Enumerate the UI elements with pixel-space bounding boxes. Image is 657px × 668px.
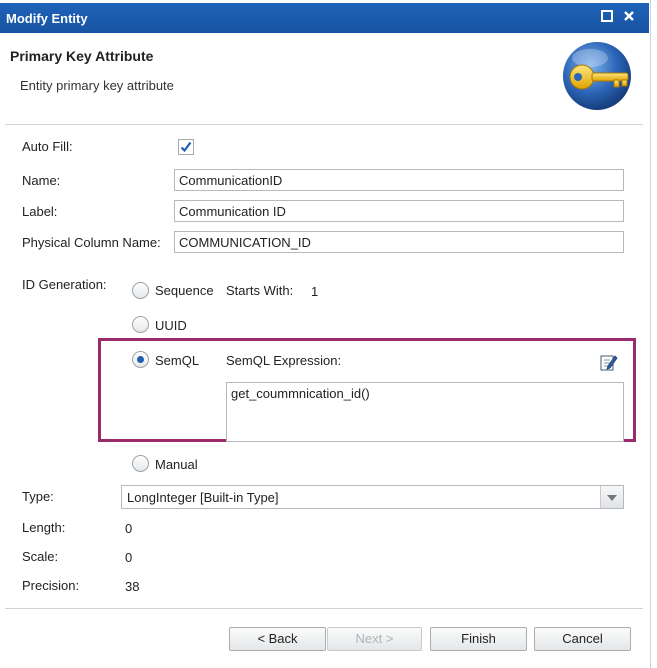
semql-expression-label: SemQL Expression: — [226, 353, 342, 368]
id-generation-label: ID Generation: — [22, 277, 107, 292]
chevron-down-icon[interactable] — [600, 486, 623, 508]
uuid-radio[interactable] — [132, 316, 149, 333]
key-icon — [560, 40, 634, 112]
modify-entity-dialog: Modify Entity Primary Key Attribute Enti… — [0, 0, 651, 668]
label-label: Label: — [22, 204, 58, 219]
semql-radio[interactable] — [132, 351, 149, 368]
precision-label: Precision: — [22, 578, 80, 593]
semql-expression-input[interactable]: get_coummnication_id() — [226, 382, 624, 442]
physical-column-input[interactable]: COMMUNICATION_ID — [174, 231, 624, 253]
finish-button[interactable]: Finish — [430, 627, 527, 651]
back-button[interactable]: < Back — [229, 627, 326, 651]
next-button[interactable]: Next > — [327, 627, 422, 651]
auto-fill-label: Auto Fill: — [22, 139, 73, 154]
physical-column-label: Physical Column Name: — [22, 235, 161, 250]
window-title: Modify Entity — [6, 11, 88, 26]
starts-with-value: 1 — [311, 284, 319, 299]
footer-divider — [5, 608, 643, 609]
section-subtitle: Entity primary key attribute — [20, 78, 174, 93]
starts-with-label: Starts With: — [226, 283, 294, 298]
manual-radio[interactable] — [132, 455, 149, 472]
header-divider — [5, 124, 643, 125]
sequence-radio[interactable] — [132, 282, 149, 299]
name-input[interactable]: CommunicationID — [174, 169, 624, 191]
name-label: Name: — [22, 173, 61, 188]
close-icon[interactable] — [622, 10, 636, 24]
type-select-value: LongInteger [Built-in Type] — [127, 490, 279, 505]
precision-value: 38 — [125, 579, 140, 594]
semql-option-label[interactable]: SemQL — [155, 353, 199, 368]
manual-option-label[interactable]: Manual — [155, 457, 198, 472]
label-input[interactable]: Communication ID — [174, 200, 624, 222]
sequence-option-label[interactable]: Sequence — [155, 283, 214, 298]
type-select[interactable]: LongInteger [Built-in Type] — [121, 485, 624, 509]
edit-expression-icon[interactable] — [600, 353, 618, 371]
length-value: 0 — [125, 521, 133, 536]
maximize-icon[interactable] — [600, 10, 614, 24]
uuid-option-label[interactable]: UUID — [155, 318, 187, 333]
section-title: Primary Key Attribute — [10, 48, 154, 64]
type-label: Type: — [22, 489, 54, 504]
title-bar: Modify Entity — [0, 3, 649, 33]
scale-label: Scale: — [22, 549, 59, 564]
auto-fill-checkbox[interactable] — [178, 139, 194, 155]
scale-value: 0 — [125, 550, 133, 565]
length-label: Length: — [22, 520, 66, 535]
cancel-button[interactable]: Cancel — [534, 627, 631, 651]
